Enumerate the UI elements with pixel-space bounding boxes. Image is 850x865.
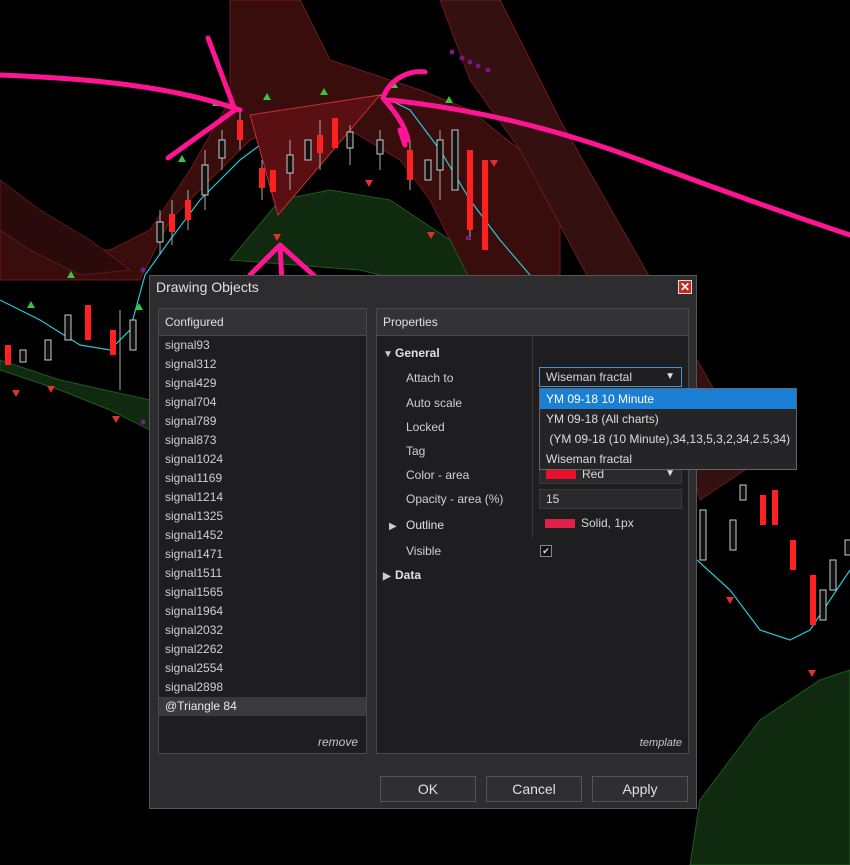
tag-label: Tag	[406, 444, 426, 458]
data-section-toggle[interactable]: ▶ Data	[383, 568, 421, 582]
list-item[interactable]: signal873	[159, 431, 366, 450]
outline-value-text: Solid, 1px	[581, 516, 634, 530]
list-item[interactable]: signal2898	[159, 678, 366, 697]
dropdown-option[interactable]: (YM 09-18 (10 Minute),34,13,5,3,2,34,2.5…	[540, 429, 796, 449]
list-item[interactable]: signal1325	[159, 507, 366, 526]
drawing-objects-dialog: Drawing Objects ✕ Configured signal93 si…	[149, 275, 697, 809]
dropdown-option[interactable]: YM 09-18 10 Minute	[540, 389, 796, 409]
dialog-title: Drawing Objects	[156, 279, 259, 295]
properties-header: Properties	[377, 309, 688, 336]
caret-right-icon: ▶	[389, 521, 397, 532]
locked-label: Locked	[406, 420, 445, 434]
list-item[interactable]: signal93	[159, 336, 366, 355]
caret-right-icon: ▶	[383, 571, 391, 582]
property-grid-divider	[532, 337, 533, 537]
list-item[interactable]: signal2554	[159, 659, 366, 678]
list-item[interactable]: signal1214	[159, 488, 366, 507]
list-item[interactable]: signal1471	[159, 545, 366, 564]
list-item[interactable]: signal1511	[159, 564, 366, 583]
list-item[interactable]: signal1964	[159, 602, 366, 621]
caret-down-icon: ▼	[383, 349, 393, 360]
ok-button[interactable]: OK	[380, 776, 476, 802]
color-area-label: Color - area	[406, 468, 470, 482]
remove-link[interactable]: remove	[318, 735, 358, 749]
list-item[interactable]: signal1565	[159, 583, 366, 602]
close-icon[interactable]: ✕	[678, 280, 692, 294]
area-color-swatch	[546, 470, 576, 480]
chevron-down-icon: ▼	[665, 371, 675, 382]
general-section-label: General	[395, 346, 440, 360]
attach-to-select[interactable]: Wiseman fractal ▼	[539, 367, 682, 387]
properties-panel: Properties ▼ General Attach to Wiseman fr…	[376, 308, 689, 754]
configured-list: signal93 signal312 signal429 signal704 s…	[159, 336, 366, 716]
list-item[interactable]: signal2262	[159, 640, 366, 659]
template-link[interactable]: template	[640, 737, 682, 749]
attach-to-dropdown-list: YM 09-18 10 Minute YM 09-18 (All charts)…	[539, 388, 797, 470]
auto-scale-label: Auto scale	[406, 396, 463, 410]
list-item-selected[interactable]: @Triangle 84	[159, 697, 366, 716]
outline-toggle[interactable]: ▶ Outline	[389, 518, 444, 532]
list-item[interactable]: signal704	[159, 393, 366, 412]
list-item[interactable]: signal429	[159, 374, 366, 393]
cancel-button[interactable]: Cancel	[486, 776, 582, 802]
opacity-label: Opacity - area (%)	[406, 492, 504, 506]
list-item[interactable]: signal1452	[159, 526, 366, 545]
outline-label: Outline	[406, 518, 445, 532]
configured-panel: Configured signal93 signal312 signal429 …	[158, 308, 367, 754]
data-section-label: Data	[395, 568, 422, 582]
visible-label: Visible	[406, 544, 442, 558]
visible-checkbox[interactable]: ✔	[540, 545, 552, 557]
list-item[interactable]: signal1024	[159, 450, 366, 469]
dialog-titlebar[interactable]: Drawing Objects ✕	[150, 276, 696, 300]
list-item[interactable]: signal789	[159, 412, 366, 431]
apply-button[interactable]: Apply	[592, 776, 688, 802]
general-section-toggle[interactable]: ▼ General	[383, 346, 440, 360]
attach-to-value: Wiseman fractal	[546, 370, 633, 384]
list-item[interactable]: signal312	[159, 355, 366, 374]
dropdown-option[interactable]: YM 09-18 (All charts)	[540, 409, 796, 429]
opacity-input[interactable]: 15	[539, 489, 682, 509]
dropdown-option[interactable]: Wiseman fractal	[540, 449, 796, 469]
list-item[interactable]: signal2032	[159, 621, 366, 640]
configured-header: Configured	[159, 309, 366, 336]
list-item[interactable]: signal1169	[159, 469, 366, 488]
attach-to-label: Attach to	[406, 371, 454, 385]
outline-color-swatch	[545, 519, 575, 529]
outline-value[interactable]: Solid, 1px	[539, 514, 682, 534]
